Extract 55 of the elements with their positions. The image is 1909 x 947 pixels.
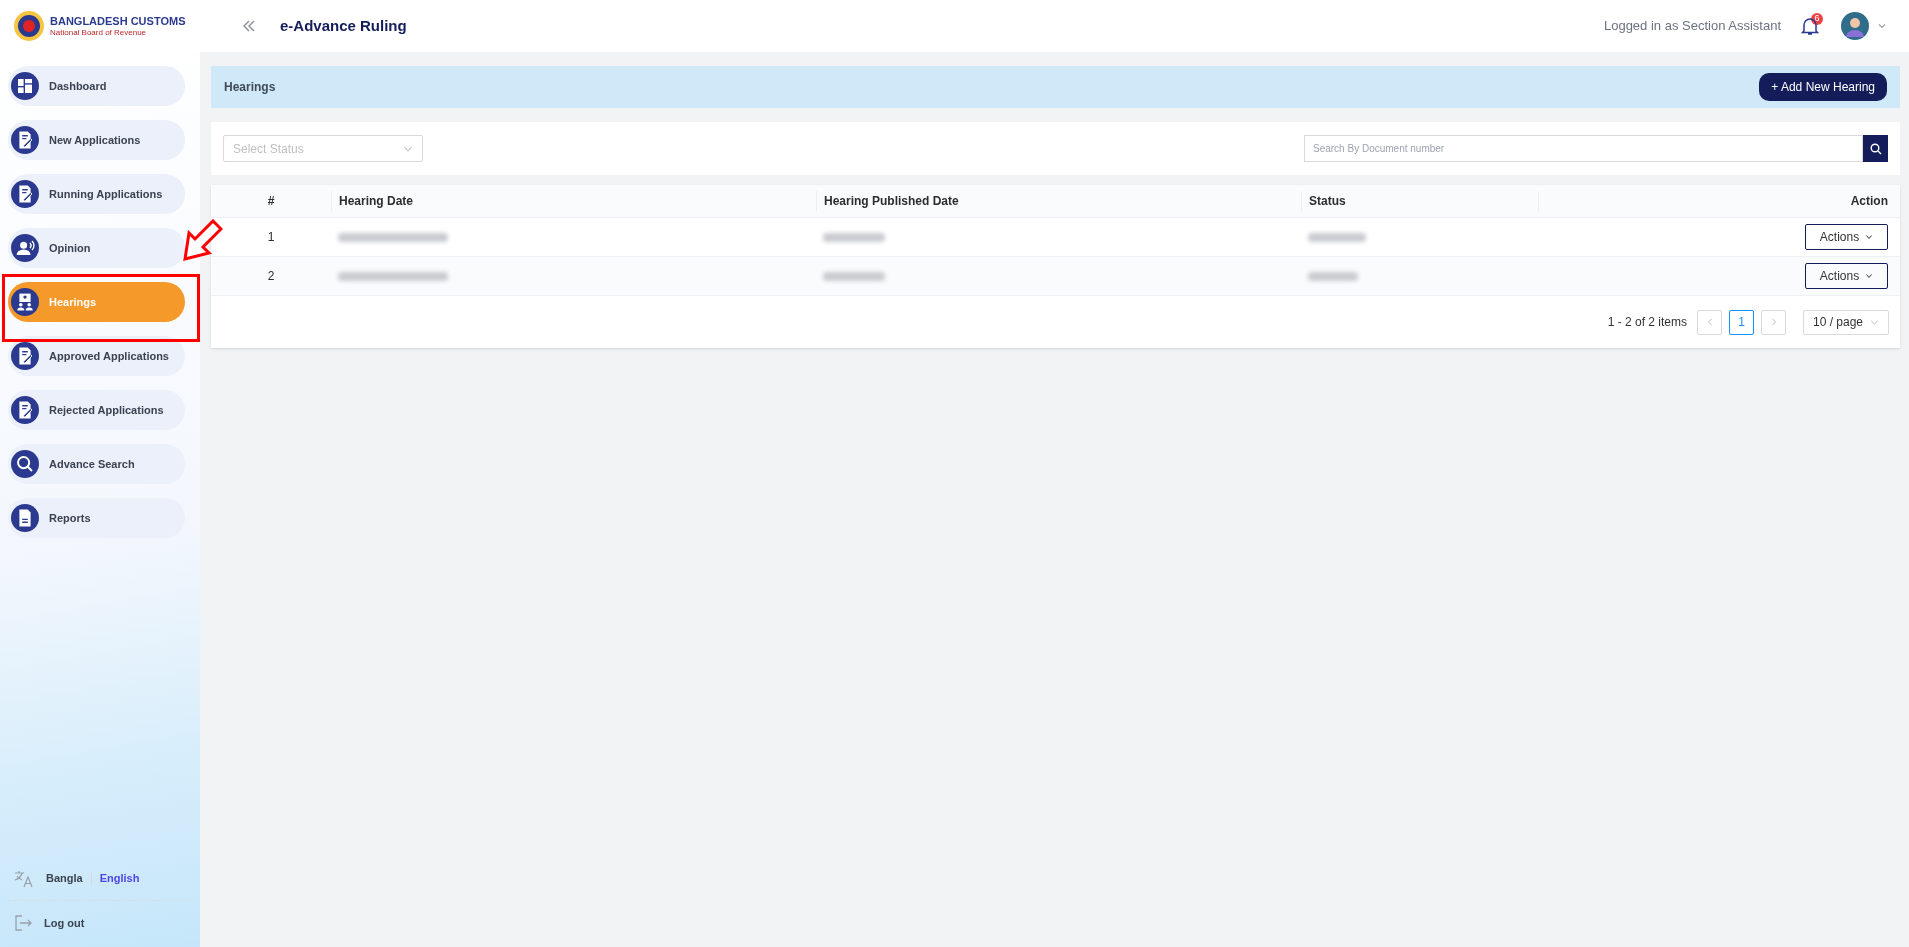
group-people-icon xyxy=(11,288,39,316)
sidebar-item[interactable]: Rejected Applications xyxy=(8,390,185,430)
sidebar-item[interactable]: Advance Search xyxy=(8,444,185,484)
sidebar-item[interactable]: New Applications xyxy=(8,120,185,160)
column-header: Action xyxy=(1538,191,1900,211)
person-speaking-icon xyxy=(11,234,39,262)
sidebar-item[interactable]: Approved Applications xyxy=(8,336,185,376)
document-edit-icon xyxy=(11,342,39,370)
translate-icon xyxy=(14,869,34,888)
language-option[interactable]: Bangla xyxy=(46,870,83,887)
sidebar-item[interactable]: Running Applications xyxy=(8,174,185,214)
dashboard-grid-icon xyxy=(11,72,39,100)
document-edit-icon xyxy=(11,180,39,208)
page-title: Hearings xyxy=(224,79,276,96)
blurred-text xyxy=(823,232,885,242)
blurred-text xyxy=(1308,271,1358,281)
actions-dropdown-button[interactable]: Actions xyxy=(1805,224,1888,250)
search-button[interactable] xyxy=(1863,135,1888,162)
logo-subtitle: National Board of Revenue xyxy=(50,28,148,37)
avatar-silhouette-icon[interactable] xyxy=(1841,12,1869,40)
pagination-summary: 1 - 2 of 2 items xyxy=(1607,314,1687,331)
emblem-logo xyxy=(12,9,46,43)
logo-title: BANGLADESH CUSTOMS xyxy=(50,15,186,27)
logout-icon xyxy=(14,914,32,931)
document-edit-icon xyxy=(11,396,39,424)
logout-button[interactable]: Log out xyxy=(8,900,190,939)
document-edit-icon xyxy=(11,126,39,154)
add-new-hearing-button[interactable]: + Add New Hearing xyxy=(1759,73,1887,101)
column-header: Status xyxy=(1301,191,1538,211)
search-icon xyxy=(1869,142,1882,155)
actions-dropdown-button[interactable]: Actions xyxy=(1805,263,1888,289)
sidebar-item[interactable]: Dashboard xyxy=(8,66,185,106)
collapse-sidebar-icon[interactable] xyxy=(242,19,256,33)
search-icon xyxy=(11,450,39,478)
document-icon xyxy=(11,504,39,532)
table-cell-text: 2 xyxy=(266,268,276,285)
blurred-text xyxy=(823,271,885,281)
blurred-text xyxy=(1308,232,1366,242)
caret-icon xyxy=(1865,272,1874,280)
page-size-select[interactable]: 10 / page xyxy=(1803,309,1889,335)
caret-icon xyxy=(1865,233,1874,241)
language-option[interactable]: English xyxy=(99,870,140,887)
chevron-right-icon xyxy=(1769,318,1778,326)
table-cell-text: 1 xyxy=(266,229,276,246)
caret-icon[interactable] xyxy=(1877,21,1887,31)
sidebar-item[interactable]: Reports xyxy=(8,498,185,538)
column-header: # xyxy=(266,193,276,210)
search-field[interactable]: Search By Document number xyxy=(1304,135,1863,162)
app-title: e-Advance Ruling xyxy=(280,15,407,36)
sidebar-item[interactable]: Opinion xyxy=(8,228,185,268)
column-header: Hearing Published Date xyxy=(816,191,1301,211)
notification-bell-icon[interactable] xyxy=(1801,16,1819,36)
chevron-left-icon xyxy=(1705,318,1714,326)
column-header: Hearing Date xyxy=(331,191,816,211)
user-role-label: Logged in as Section Assistant xyxy=(1603,17,1781,36)
